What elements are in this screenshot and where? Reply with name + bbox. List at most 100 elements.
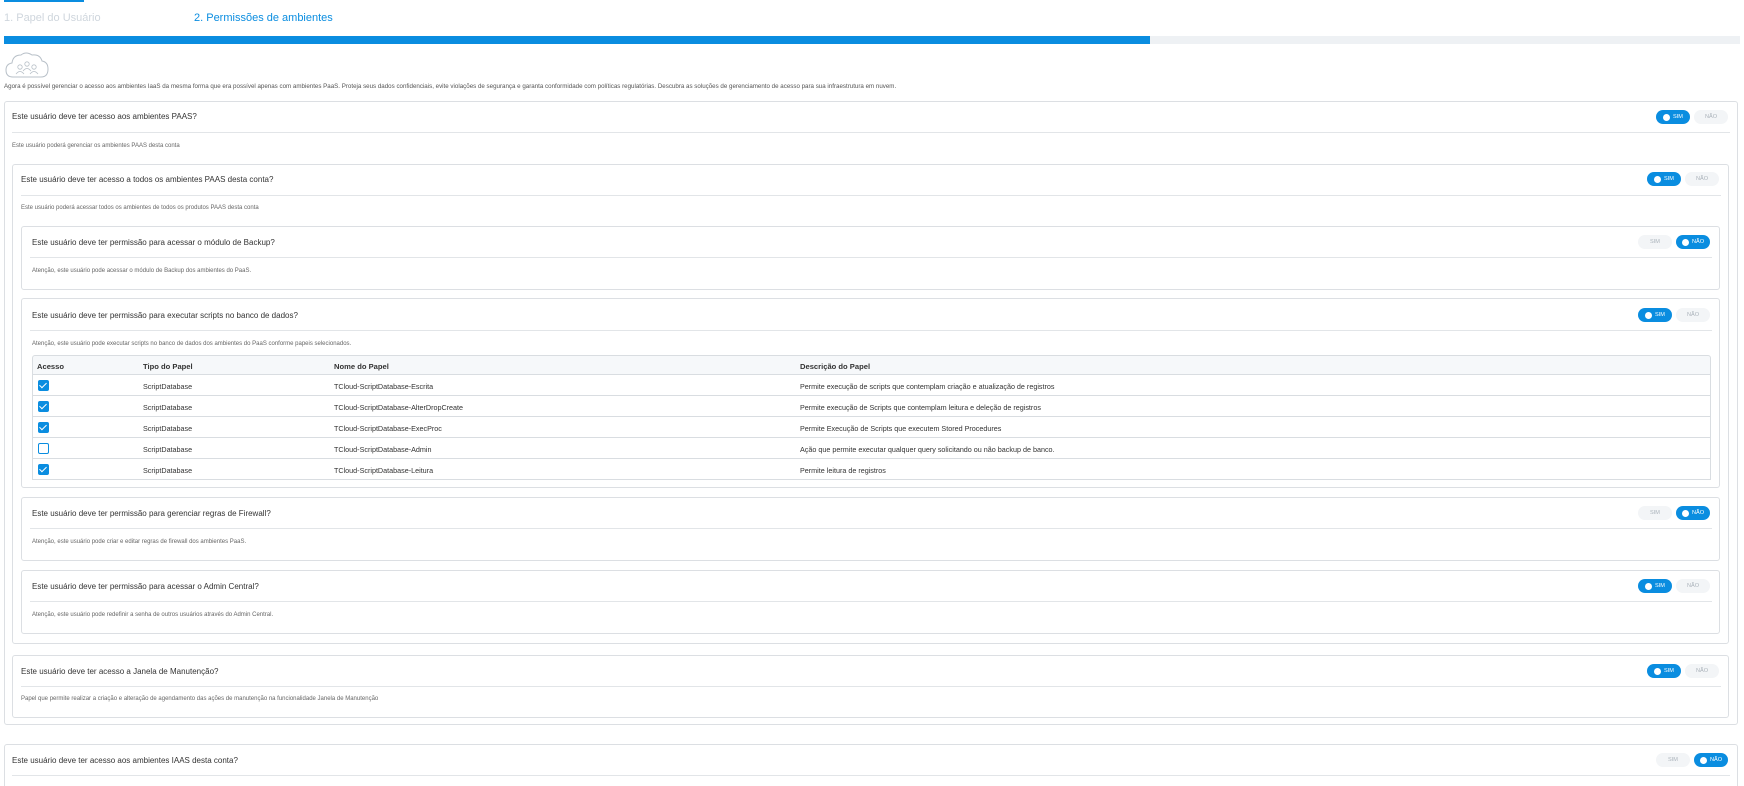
admin-central-section	[21, 570, 1720, 634]
firewall-question: Este usuário deve ter permissão para ger…	[32, 509, 271, 518]
iaas-section	[4, 744, 1738, 786]
cell-nome: TCloud-ScriptDatabase-Admin	[334, 445, 432, 454]
wizard-tabs: 1. Papel do Usuário 2. Permissões de amb…	[0, 0, 1744, 36]
toggle-nao-option[interactable]: NÃO	[1676, 308, 1710, 322]
table-row: ScriptDatabase TCloud-ScriptDatabase-Leit…	[32, 459, 1711, 480]
iaas-toggle[interactable]: SIM NÃO	[1656, 753, 1728, 767]
col-acesso: Acesso	[37, 362, 65, 371]
toggle-nao-option[interactable]: NÃO	[1694, 110, 1728, 124]
divider	[30, 257, 1712, 258]
toggle-label: SIM	[1655, 312, 1665, 318]
toggle-sim-option[interactable]: SIM	[1638, 308, 1672, 322]
paas-toggle[interactable]: SIM NÃO	[1656, 110, 1728, 124]
toggle-label: NÃO	[1695, 668, 1709, 674]
toggle-sim-option[interactable]: SIM	[1656, 753, 1690, 767]
toggle-sim-option[interactable]: SIM	[1647, 664, 1681, 678]
tab-indicator	[4, 0, 84, 2]
cell-descricao: Permite execução de Scripts que contempl…	[800, 403, 1041, 412]
table-row: ScriptDatabase TCloud-ScriptDatabase-Admi…	[32, 438, 1711, 459]
table-row: ScriptDatabase TCloud-ScriptDatabase-Escr…	[32, 375, 1711, 396]
cell-tipo: ScriptDatabase	[143, 445, 193, 454]
toggle-label: SIM	[1668, 757, 1678, 763]
paas-question: Este usuário deve ter acesso aos ambient…	[12, 112, 197, 121]
table-row: ScriptDatabase TCloud-ScriptDatabase-Alte…	[32, 396, 1711, 417]
col-tipo: Tipo do Papel	[143, 362, 193, 371]
divider	[21, 195, 1721, 196]
backup-question: Este usuário deve ter permissão para ace…	[32, 238, 275, 247]
tab-user-role[interactable]: 1. Papel do Usuário	[4, 12, 101, 24]
toggle-label: SIM	[1664, 668, 1674, 674]
access-checkbox[interactable]	[38, 464, 49, 475]
toggle-knob	[1645, 582, 1653, 590]
cell-tipo: ScriptDatabase	[143, 424, 193, 433]
cell-tipo: ScriptDatabase	[143, 403, 193, 412]
access-checkbox[interactable]	[38, 380, 49, 391]
toggle-label: SIM	[1673, 114, 1683, 120]
toggle-nao-option[interactable]: NÃO	[1694, 753, 1728, 767]
cell-tipo: ScriptDatabase	[143, 382, 193, 391]
toggle-label: NÃO	[1686, 583, 1700, 589]
toggle-knob	[1699, 756, 1707, 764]
cloud-users-icon	[5, 52, 49, 78]
admin-central-toggle[interactable]: SIM NÃO	[1638, 579, 1710, 593]
all-paas-description: Este usuário poderá acessar todos os amb…	[21, 205, 259, 211]
cell-descricao: Permite Execução de Scripts que executem…	[800, 424, 1002, 433]
toggle-nao-option[interactable]: NÃO	[1676, 579, 1710, 593]
col-nome: Nome do Papel	[334, 362, 389, 371]
toggle-label: SIM	[1655, 583, 1665, 589]
toggle-nao-option[interactable]: NÃO	[1685, 172, 1719, 186]
scripts-question: Este usuário deve ter permissão para exe…	[32, 311, 298, 320]
maintenance-description: Papel que permite realizar a criação e a…	[21, 696, 379, 702]
toggle-knob	[1681, 509, 1689, 517]
cell-descricao: Ação que permite executar qualquer query…	[800, 445, 1055, 454]
access-checkbox[interactable]	[38, 422, 49, 433]
toggle-sim-option[interactable]: SIM	[1638, 506, 1672, 520]
scripts-toggle[interactable]: SIM NÃO	[1638, 308, 1710, 322]
divider	[12, 775, 1730, 776]
divider	[30, 528, 1712, 529]
cell-nome: TCloud-ScriptDatabase-Leitura	[334, 466, 434, 475]
firewall-toggle[interactable]: SIM NÃO	[1638, 506, 1710, 520]
progress-bar	[4, 36, 1740, 44]
toggle-label: NÃO	[1695, 176, 1709, 182]
backup-description: Atenção, este usuário pode acessar o mód…	[32, 268, 252, 274]
col-descricao: Descrição do Papel	[800, 362, 871, 371]
cell-descricao: Permite execução de scripts que contempl…	[800, 382, 1055, 391]
cell-nome: TCloud-ScriptDatabase-AlterDropCreate	[334, 403, 464, 412]
iaas-question: Este usuário deve ter acesso aos ambient…	[12, 756, 238, 765]
cell-nome: TCloud-ScriptDatabase-ExecProc	[334, 424, 442, 433]
toggle-label: NÃO	[1691, 239, 1705, 245]
toggle-label: NÃO	[1691, 510, 1705, 516]
divider	[30, 601, 1712, 602]
paas-description: Este usuário poderá gerenciar os ambient…	[12, 143, 180, 149]
toggle-sim-option[interactable]: SIM	[1638, 235, 1672, 249]
intro-text: Agora é possível gerenciar o acesso aos …	[4, 83, 897, 90]
access-checkbox[interactable]	[38, 401, 49, 412]
toggle-knob	[1654, 175, 1662, 183]
maintenance-toggle[interactable]: SIM NÃO	[1647, 664, 1719, 678]
toggle-sim-option[interactable]: SIM	[1656, 110, 1690, 124]
tab-environment-permissions[interactable]: 2. Permissões de ambientes	[194, 12, 333, 24]
firewall-section	[21, 497, 1720, 561]
table-header: Acesso Tipo do Papel Nome do Papel Descr…	[32, 355, 1711, 375]
access-checkbox[interactable]	[38, 443, 49, 454]
cell-descricao: Permite leitura de registros	[800, 466, 886, 475]
divider	[30, 330, 1712, 331]
admin-central-question: Este usuário deve ter permissão para ace…	[32, 582, 259, 591]
table-row: ScriptDatabase TCloud-ScriptDatabase-Exec…	[32, 417, 1711, 438]
toggle-sim-option[interactable]: SIM	[1647, 172, 1681, 186]
toggle-knob	[1654, 667, 1662, 675]
toggle-sim-option[interactable]: SIM	[1638, 579, 1672, 593]
progress-fill	[4, 36, 1150, 44]
backup-toggle[interactable]: SIM NÃO	[1638, 235, 1710, 249]
divider	[12, 132, 1730, 133]
toggle-label: SIM	[1664, 176, 1674, 182]
toggle-label: SIM	[1650, 239, 1660, 245]
toggle-nao-option[interactable]: NÃO	[1676, 235, 1710, 249]
all-paas-toggle[interactable]: SIM NÃO	[1647, 172, 1719, 186]
toggle-nao-option[interactable]: NÃO	[1676, 506, 1710, 520]
toggle-nao-option[interactable]: NÃO	[1685, 664, 1719, 678]
scripts-description: Atenção, este usuário pode executar scri…	[32, 341, 352, 347]
toggle-knob	[1645, 311, 1653, 319]
all-paas-question: Este usuário deve ter acesso a todos os …	[21, 175, 274, 184]
